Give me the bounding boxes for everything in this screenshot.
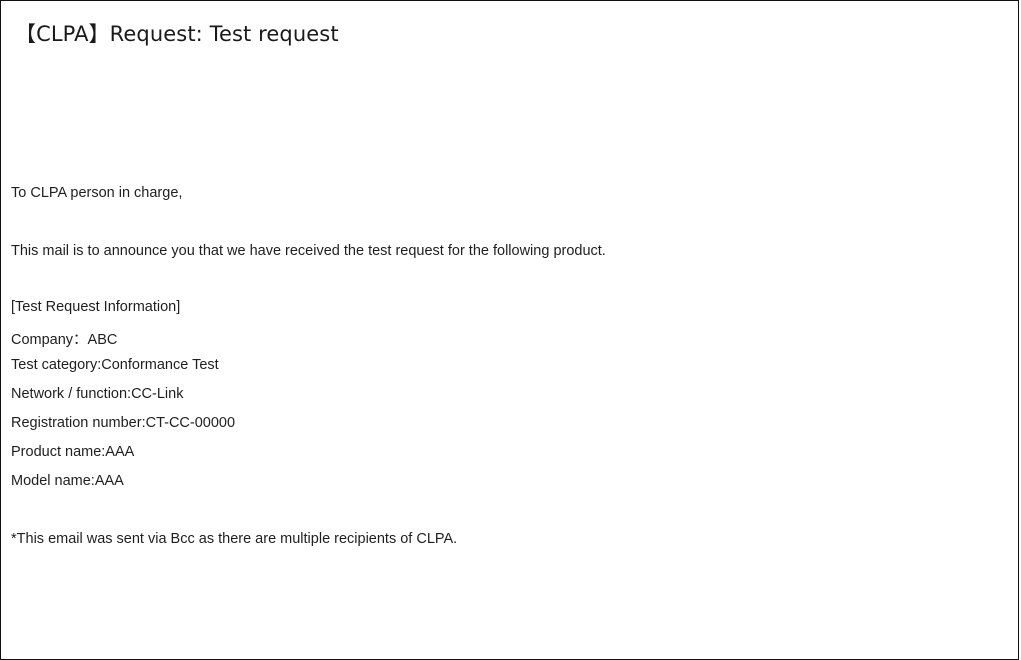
email-message-frame: 【CLPA】Request: Test request To CLPA pers… bbox=[0, 0, 1019, 660]
email-greeting: To CLPA person in charge, bbox=[11, 185, 183, 201]
field-company: Company：ABC bbox=[11, 332, 118, 348]
section-header: [Test Request Information] bbox=[11, 299, 181, 315]
email-intro: This mail is to announce you that we hav… bbox=[11, 243, 606, 259]
field-network-function: Network / function:CC-Link bbox=[11, 386, 184, 402]
email-subject: 【CLPA】Request: Test request bbox=[15, 22, 339, 46]
field-test-category: Test category:Conformance Test bbox=[11, 357, 219, 373]
field-registration-number: Registration number:CT-CC-00000 bbox=[11, 415, 236, 431]
field-model-name: Model name:AAA bbox=[11, 473, 124, 489]
bcc-note: *This email was sent via Bcc as there ar… bbox=[11, 531, 458, 547]
field-product-name: Product name:AAA bbox=[11, 444, 135, 460]
